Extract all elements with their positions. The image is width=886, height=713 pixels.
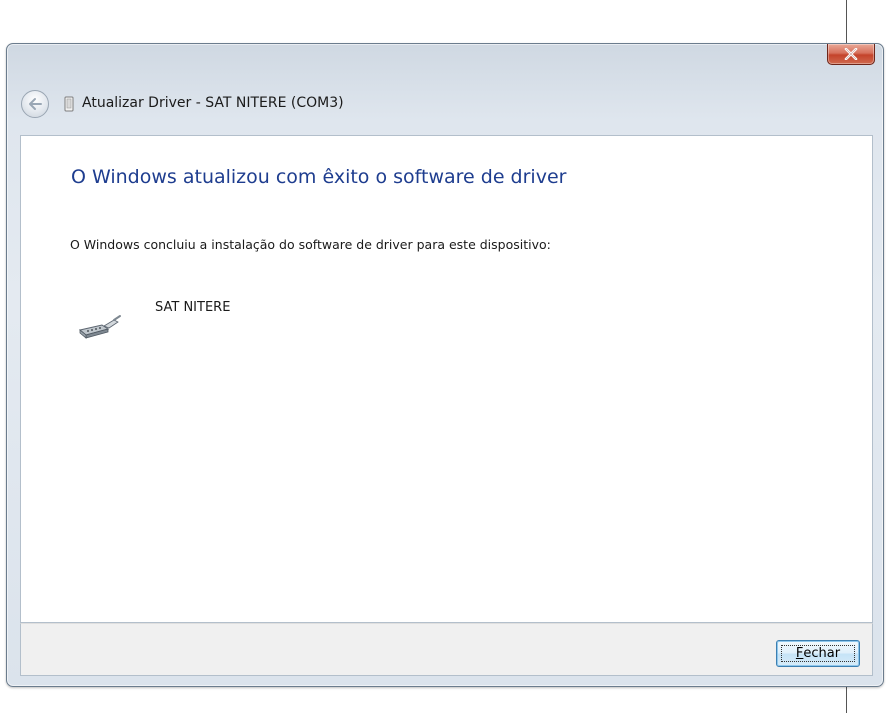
back-arrow-icon	[29, 98, 42, 110]
update-driver-window: Atualizar Driver - SAT NITERE (COM3) O W…	[6, 43, 884, 687]
desktop-line-bottom	[846, 686, 847, 713]
window-close-button[interactable]	[827, 44, 875, 65]
serial-port-icon	[78, 315, 121, 339]
device-manager-icon	[64, 96, 74, 112]
footer-bar: Fechar	[20, 623, 873, 676]
window-title: Atualizar Driver - SAT NITERE (COM3)	[82, 95, 344, 111]
completion-description: O Windows concluiu a instalação do softw…	[70, 237, 551, 252]
back-button[interactable]	[21, 90, 49, 118]
content-panel: O Windows atualizou com êxito o software…	[20, 135, 873, 623]
close-button-label: echar	[803, 646, 841, 661]
desktop-line-top	[846, 0, 847, 45]
close-x-icon	[844, 48, 858, 60]
device-name: SAT NITERE	[155, 300, 231, 315]
close-dialog-button[interactable]: Fechar	[776, 640, 860, 667]
close-button-accelerator: F	[795, 646, 804, 661]
title-bar: Atualizar Driver - SAT NITERE (COM3)	[7, 82, 883, 138]
success-heading: O Windows atualizou com êxito o software…	[71, 166, 567, 188]
